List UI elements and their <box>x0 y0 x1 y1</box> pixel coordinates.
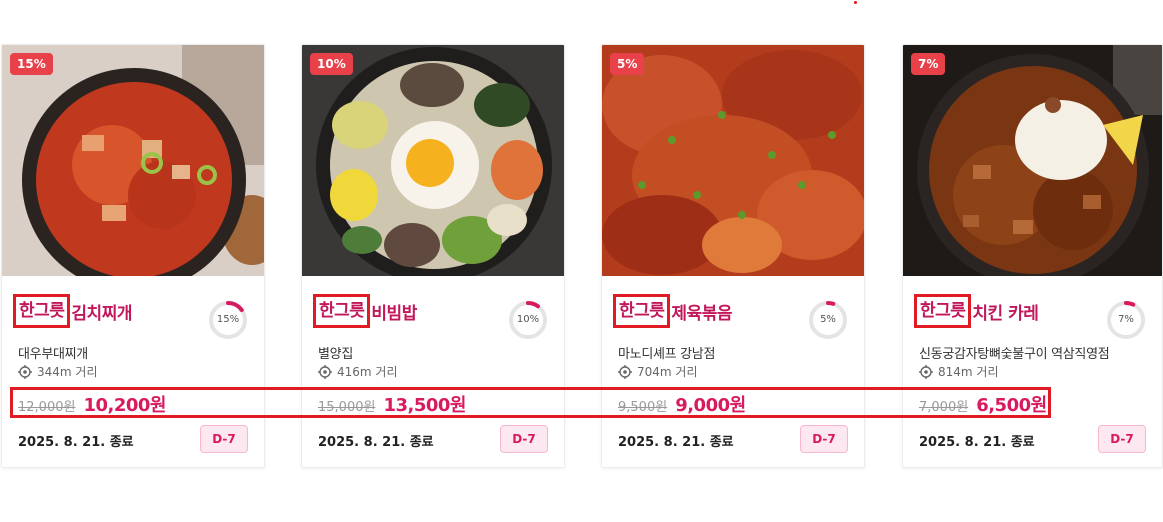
price-row: 7,000원 6,500원 <box>919 391 1047 417</box>
sale-price: 6,500원 <box>976 395 1047 416</box>
end-date: 2025. 8. 21. 종료 <box>318 435 434 450</box>
dday-badge: D-7 <box>800 425 848 453</box>
progress-ring: 10% <box>508 300 548 340</box>
distance-row: 344m 거리 <box>18 363 98 380</box>
end-date: 2025. 8. 21. 종료 <box>919 435 1035 450</box>
card-title: 한그릇 치킨 카레 <box>914 294 1039 328</box>
distance-text: 416m 거리 <box>337 365 398 379</box>
discount-badge: 10% <box>310 53 353 75</box>
original-price: 15,000원 <box>318 400 376 415</box>
price-row: 12,000원 10,200원 <box>18 391 166 417</box>
distance-row: 814m 거리 <box>919 363 999 380</box>
menu-name: 비빔밥 <box>371 303 417 324</box>
end-date: 2025. 8. 21. 종료 <box>618 435 734 450</box>
distance-text: 344m 거리 <box>37 365 98 379</box>
store-name: 대우부대찌개 <box>18 347 88 362</box>
dday-badge: D-7 <box>1098 425 1146 453</box>
brand-tag: 한그릇 <box>914 294 972 328</box>
location-target-icon <box>919 364 933 379</box>
progress-ring: 5% <box>808 300 848 340</box>
original-price: 12,000원 <box>18 400 76 415</box>
progress-ring: 7% <box>1106 300 1146 340</box>
location-target-icon <box>618 364 632 379</box>
deal-card-chicken-curry[interactable]: 7% 한그릇 치킨 카레 7% 신동궁감자탕뼈숯불구이 역삼직영점 814m 거… <box>902 44 1163 468</box>
deal-card-jeyuk[interactable]: 5% 한그릇 제육볶음 5% 마노디셰프 강남점 704m 거리 9,500원 … <box>601 44 865 468</box>
sale-price: 13,500원 <box>383 395 466 416</box>
menu-name: 제육볶음 <box>671 303 732 324</box>
dday-badge: D-7 <box>500 425 548 453</box>
location-target-icon <box>18 364 32 379</box>
end-date: 2025. 8. 21. 종료 <box>18 435 134 450</box>
distance-row: 416m 거리 <box>318 363 398 380</box>
store-name: 신동궁감자탕뼈숯불구이 역삼직영점 <box>919 347 1110 362</box>
menu-name: 치킨 카레 <box>972 303 1039 324</box>
card-title: 한그릇 비빔밥 <box>313 294 417 328</box>
discount-badge: 15% <box>10 53 53 75</box>
location-target-icon <box>318 364 332 379</box>
card-title: 한그릇 제육볶음 <box>613 294 732 328</box>
deal-card-bibimbap[interactable]: 10% 한그릇 비빔밥 10% 별양집 416m 거리 15,000원 13,5… <box>301 44 565 468</box>
discount-badge: 5% <box>610 53 645 75</box>
brand-tag: 한그릇 <box>613 294 671 328</box>
progress-label: 5% <box>820 314 836 325</box>
distance-row: 704m 거리 <box>618 363 698 380</box>
progress-label: 10% <box>516 314 540 325</box>
menu-name: 김치찌개 <box>71 303 132 324</box>
food-image-chicken-curry: 7% <box>903 45 1162 276</box>
original-price: 9,500원 <box>618 400 668 415</box>
price-row: 9,500원 9,000원 <box>618 391 746 417</box>
progress-label: 15% <box>216 314 240 325</box>
dday-badge: D-7 <box>200 425 248 453</box>
sale-price: 10,200원 <box>83 395 166 416</box>
notification-dot <box>854 1 857 4</box>
store-name: 마노디셰프 강남점 <box>618 347 716 362</box>
brand-tag: 한그릇 <box>313 294 371 328</box>
sale-price: 9,000원 <box>675 395 746 416</box>
progress-label: 7% <box>1118 314 1134 325</box>
food-image-jeyuk: 5% <box>602 45 864 276</box>
deal-card-kimchi-stew[interactable]: 15% 한그릇 김치찌개 15% 대우부대찌개 344m 거리 12,000원 … <box>1 44 265 468</box>
price-row: 15,000원 13,500원 <box>318 391 466 417</box>
progress-ring: 15% <box>208 300 248 340</box>
store-name: 별양집 <box>318 347 353 362</box>
discount-badge: 7% <box>911 53 946 75</box>
food-image-bibimbap: 10% <box>302 45 564 276</box>
distance-text: 704m 거리 <box>637 365 698 379</box>
brand-tag: 한그릇 <box>13 294 71 328</box>
food-image-kimchi-stew: 15% <box>2 45 264 276</box>
distance-text: 814m 거리 <box>938 365 999 379</box>
card-title: 한그릇 김치찌개 <box>13 294 132 328</box>
original-price: 7,000원 <box>919 400 969 415</box>
